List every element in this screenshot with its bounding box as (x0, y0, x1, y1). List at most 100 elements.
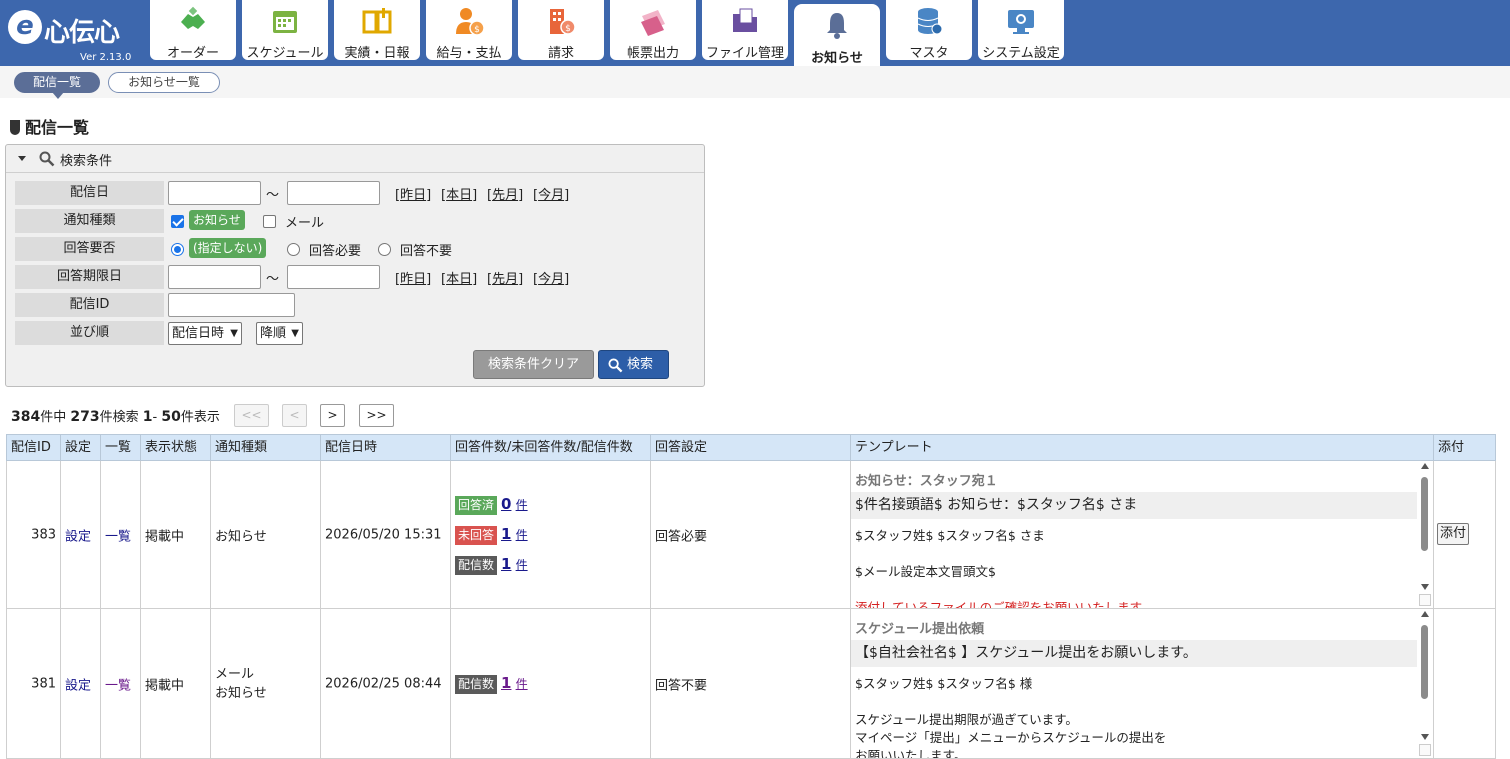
delivery-date-from-input[interactable] (168, 181, 261, 205)
count-unit[interactable]: 件 (516, 528, 528, 542)
app-logo[interactable]: e 心伝心 Ver 2.13.0 (8, 6, 143, 63)
subnav-notice-list[interactable]: お知らせ一覧 (108, 72, 220, 93)
count-unit[interactable]: 件 (516, 677, 528, 691)
row-delivery-date: 配信日 ～ [昨日] [本日] [先月] [今月] (15, 181, 695, 205)
template-scrollbar[interactable] (1419, 463, 1431, 590)
tab-order[interactable]: オーダー (150, 0, 236, 61)
sub-navigation: 配信一覧 お知らせ一覧 (0, 66, 1510, 99)
template-scrollbar[interactable] (1419, 611, 1431, 740)
type-notice-checkbox[interactable] (171, 215, 184, 228)
handshake-icon (181, 6, 205, 29)
tab-notifications[interactable]: お知らせ (794, 4, 880, 70)
type-mail-checkbox[interactable] (263, 215, 276, 228)
col-header-datetime: 配信日時 (321, 434, 451, 461)
cell-type: お知らせ (215, 529, 267, 544)
reply-required-radio[interactable] (287, 243, 300, 256)
search-button[interactable]: 検索 (598, 350, 669, 379)
quick-this-month-link[interactable]: [今月] (533, 268, 569, 287)
col-header-attach: 添付 (1434, 434, 1496, 461)
quick-last-month-link[interactable]: [先月] (487, 184, 523, 203)
reply-unspecified-radio[interactable] (171, 243, 184, 256)
resize-grip-icon[interactable] (1419, 744, 1431, 756)
label-sort-order: 並び順 (15, 321, 164, 345)
count-unit[interactable]: 件 (516, 558, 528, 572)
reply-not-required-label[interactable]: 回答不要 (400, 240, 452, 259)
cell-status: 掲載中 (145, 678, 185, 693)
logo-e-mark: e (8, 10, 42, 44)
tab-form-output[interactable]: 帳票出力 (610, 0, 696, 61)
sort-direction-select[interactable]: 降順 ▼ (256, 322, 303, 345)
person-coin-icon: $ (456, 8, 484, 36)
list-link[interactable]: 一覧 (105, 678, 131, 693)
delivery-id-input[interactable] (168, 293, 295, 317)
reply-unspecified-label[interactable]: (指定しない) (189, 238, 267, 258)
quick-today-link[interactable]: [本日] (441, 268, 477, 287)
delivery-date-to-input[interactable] (287, 181, 380, 205)
row-sort-order: 並び順 配信日時 ▼ 降順 ▼ (15, 321, 695, 345)
quick-this-month-link[interactable]: [今月] (533, 184, 569, 203)
folder-icon (733, 8, 757, 32)
range-tilde: ～ (266, 188, 280, 203)
tab-file-management[interactable]: ファイル管理 (702, 0, 788, 61)
tab-billing[interactable]: $ 請求 (518, 0, 604, 61)
quick-yesterday-link[interactable]: [昨日] (395, 184, 431, 203)
logo-text: 心伝心 (44, 18, 120, 48)
tab-label: 帳票出力 (626, 46, 679, 61)
collapse-triangle-icon[interactable] (18, 156, 26, 161)
resize-grip-icon[interactable] (1419, 594, 1431, 606)
col-header-id[interactable]: 配信ID (6, 434, 61, 461)
template-subject: $件名接頭語$ お知らせ：$スタッフ名$ さま (851, 492, 1417, 519)
next-page-button[interactable]: > (320, 404, 345, 427)
result-count: 384件中 273件検索 1- 50件表示 (11, 409, 220, 425)
template-preview[interactable]: お知らせ：スタッフ宛１ $件名接頭語$ お知らせ：$スタッフ名$ さま $スタッ… (851, 461, 1433, 608)
answered-count-link[interactable]: 0 (501, 495, 511, 513)
tab-label: お知らせ (811, 51, 863, 66)
tab-system-settings[interactable]: システム設定 (978, 0, 1064, 61)
col-header-template: テンプレート (851, 434, 1434, 461)
quick-today-link[interactable]: [本日] (441, 184, 477, 203)
svg-text:$: $ (565, 24, 571, 34)
type-mail-label[interactable]: メール (285, 212, 324, 231)
prev-page-button[interactable]: < (282, 404, 307, 427)
quick-yesterday-link[interactable]: [昨日] (395, 268, 431, 287)
label-notify-type: 通知種類 (15, 209, 164, 233)
deadline-from-input[interactable] (168, 265, 261, 289)
list-link[interactable]: 一覧 (105, 529, 131, 544)
col-header-setting: 設定 (61, 434, 101, 461)
setting-link[interactable]: 設定 (65, 678, 91, 693)
label-delivery-date: 配信日 (15, 181, 164, 205)
tab-label: 実績・日報 (344, 46, 410, 61)
reply-required-label[interactable]: 回答必要 (309, 240, 361, 259)
scroll-up-icon (1421, 611, 1429, 617)
clear-conditions-button[interactable]: 検索条件クリア (473, 350, 594, 379)
first-page-button[interactable]: << (234, 404, 269, 427)
scroll-down-icon (1421, 584, 1429, 590)
reply-not-required-radio[interactable] (378, 243, 391, 256)
delivered-count-link[interactable]: 1 (501, 555, 511, 573)
sort-field-select[interactable]: 配信日時 ▼ (168, 322, 242, 345)
deadline-to-input[interactable] (287, 265, 380, 289)
unanswered-count-link[interactable]: 1 (501, 525, 511, 543)
col-header-reply: 回答設定 (651, 434, 851, 461)
page-title: 配信一覧 (10, 114, 89, 138)
building-coin-icon: $ (550, 9, 576, 35)
monitor-gear-icon (1008, 10, 1034, 34)
template-preview[interactable]: スケジュール提出依頼 【$自社会社名$ 】スケジュール提出をお願いします。 $ス… (851, 609, 1433, 758)
tab-label: オーダー (166, 46, 219, 61)
last-page-button[interactable]: >> (359, 404, 394, 427)
type-notice-label[interactable]: お知らせ (189, 210, 245, 230)
tab-master[interactable]: マスタ (886, 0, 972, 61)
search-panel-header[interactable]: 検索条件 (6, 145, 704, 173)
tab-salary-payment[interactable]: $ 給与・支払 (426, 0, 512, 61)
cell-datetime: 2026/02/25 08:44 (325, 676, 442, 691)
delivered-badge: 配信数 (455, 555, 498, 575)
template-subject: 【$自社会社名$ 】スケジュール提出をお願いします。 (851, 640, 1417, 667)
subnav-delivery-list[interactable]: 配信一覧 (14, 72, 100, 93)
quick-last-month-link[interactable]: [先月] (487, 268, 523, 287)
attach-button[interactable]: 添付 (1437, 523, 1469, 545)
delivered-count-link[interactable]: 1 (501, 674, 511, 692)
tab-results-report[interactable]: 実績・日報 (334, 0, 420, 61)
setting-link[interactable]: 設定 (65, 529, 91, 544)
tab-schedule[interactable]: スケジュール (242, 0, 328, 61)
count-unit[interactable]: 件 (516, 498, 528, 512)
